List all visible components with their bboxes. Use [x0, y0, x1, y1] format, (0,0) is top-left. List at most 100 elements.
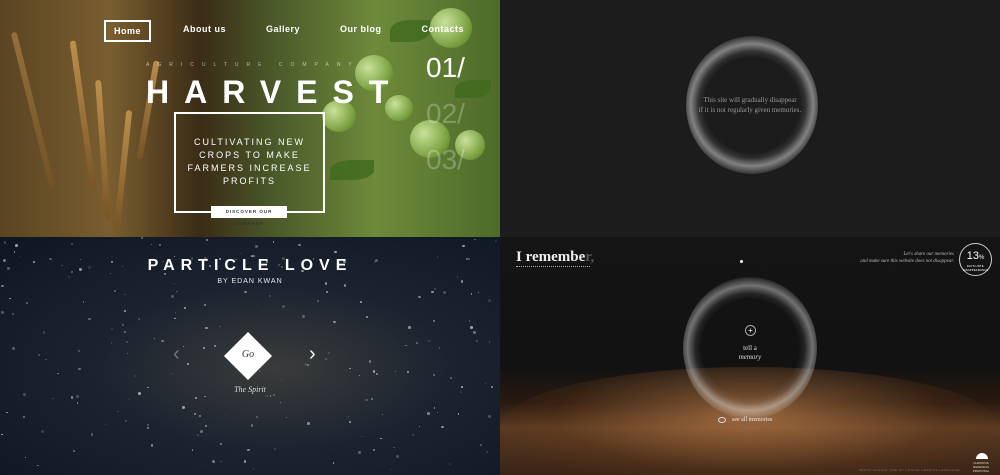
chevron-left-icon[interactable]: ‹ — [173, 343, 180, 366]
eye-icon — [718, 417, 726, 423]
go-button-label[interactable]: Go — [224, 349, 272, 360]
particle — [90, 433, 93, 436]
particle — [396, 454, 400, 458]
chevron-right-icon[interactable]: › — [309, 343, 316, 366]
days-unit: % — [978, 255, 985, 261]
particle — [302, 315, 306, 318]
particle — [124, 293, 127, 296]
nav-our-blog[interactable]: Our blog — [332, 20, 390, 42]
particle — [182, 405, 186, 409]
particle — [485, 451, 488, 454]
particle — [134, 375, 137, 378]
particle — [438, 347, 440, 349]
nav-about-us[interactable]: About us — [175, 20, 234, 42]
particle — [154, 337, 156, 339]
particle — [272, 240, 275, 243]
particle — [476, 340, 478, 342]
slide-indicator-2[interactable]: 02/ — [426, 98, 465, 130]
tell-memory-label[interactable]: tell a memory — [720, 344, 780, 362]
particle — [161, 339, 165, 343]
particle — [368, 360, 372, 364]
particle — [123, 309, 126, 312]
particle — [394, 371, 397, 373]
particle — [44, 358, 47, 361]
particle — [224, 414, 227, 416]
particle — [15, 244, 19, 247]
particle — [470, 326, 473, 330]
particle — [419, 426, 421, 428]
nav-contacts[interactable]: Contacts — [414, 20, 473, 42]
particle — [57, 372, 59, 375]
particle — [124, 331, 127, 334]
particle — [361, 436, 363, 438]
slide-indicator-3[interactable]: 03/ — [426, 144, 465, 176]
particle — [436, 411, 439, 414]
particle — [76, 402, 78, 404]
particle — [244, 460, 247, 463]
add-memory-button[interactable]: + — [745, 325, 756, 336]
particle — [126, 341, 129, 344]
particle — [138, 317, 141, 320]
wheat-stalk — [10, 31, 56, 189]
sun-logo-icon — [976, 453, 988, 459]
particle — [272, 394, 275, 397]
particle — [479, 444, 482, 447]
particle — [205, 326, 209, 330]
particle — [176, 290, 178, 293]
tell-line-1: tell a — [743, 344, 757, 352]
particle — [381, 413, 384, 415]
wheat-stalk — [69, 40, 97, 190]
particle — [265, 395, 268, 398]
particle — [370, 397, 374, 401]
particle — [211, 459, 215, 463]
particle — [124, 419, 127, 422]
particle-love-panel: PARTICLE LOVE BY EDAN KWAN ‹ Go › The Sp… — [0, 237, 500, 475]
particle — [428, 340, 431, 343]
discover-company-button[interactable]: DISCOVER OUR COMPANY — [211, 206, 287, 226]
particle — [376, 373, 379, 376]
particle — [280, 379, 282, 382]
particle — [51, 397, 54, 400]
particle — [128, 398, 130, 400]
particle — [170, 295, 174, 298]
particle — [327, 351, 330, 355]
particle — [474, 238, 476, 241]
particle — [433, 287, 436, 291]
particle — [431, 290, 434, 294]
particle — [127, 353, 129, 355]
particle — [187, 363, 189, 366]
particle — [25, 302, 28, 305]
tell-line-2: memory — [738, 353, 762, 361]
particle — [174, 318, 176, 320]
days-remaining-badge[interactable]: 13% DAYS UNTIL DISAPPEARANCE — [959, 243, 992, 276]
particle — [372, 370, 376, 374]
particle — [448, 462, 451, 465]
particle — [114, 289, 116, 292]
nav-gallery[interactable]: Gallery — [258, 20, 308, 42]
particle — [359, 374, 361, 376]
particle — [37, 464, 40, 467]
days-value: 13% — [960, 250, 991, 264]
particle — [297, 243, 301, 247]
particle — [462, 244, 465, 248]
slide-indicator-1[interactable]: 01/ — [426, 52, 465, 84]
particle — [1, 284, 4, 287]
particle — [110, 328, 113, 331]
memory-input-underline — [516, 266, 590, 267]
particle — [150, 443, 154, 447]
nav-home[interactable]: Home — [104, 20, 152, 42]
particle — [6, 411, 8, 413]
footer-links[interactable]: ABOUT SCHOOL USE OF COOKIE CREDITS LANGU… — [859, 468, 960, 472]
particle — [258, 370, 261, 372]
memory-input[interactable]: I remember, — [516, 249, 594, 266]
particle — [443, 290, 447, 294]
days-caption: DAYS UNTIL DISAPPEARANCE — [962, 264, 989, 272]
particle — [204, 396, 206, 398]
particle — [268, 295, 271, 298]
remember-panel: I remember, Let's share our memories and… — [500, 237, 1000, 475]
particle — [487, 298, 491, 302]
particle — [146, 426, 149, 429]
particle — [158, 243, 162, 247]
see-all-memories-link[interactable]: see all memories — [732, 417, 772, 423]
particle — [426, 411, 430, 415]
